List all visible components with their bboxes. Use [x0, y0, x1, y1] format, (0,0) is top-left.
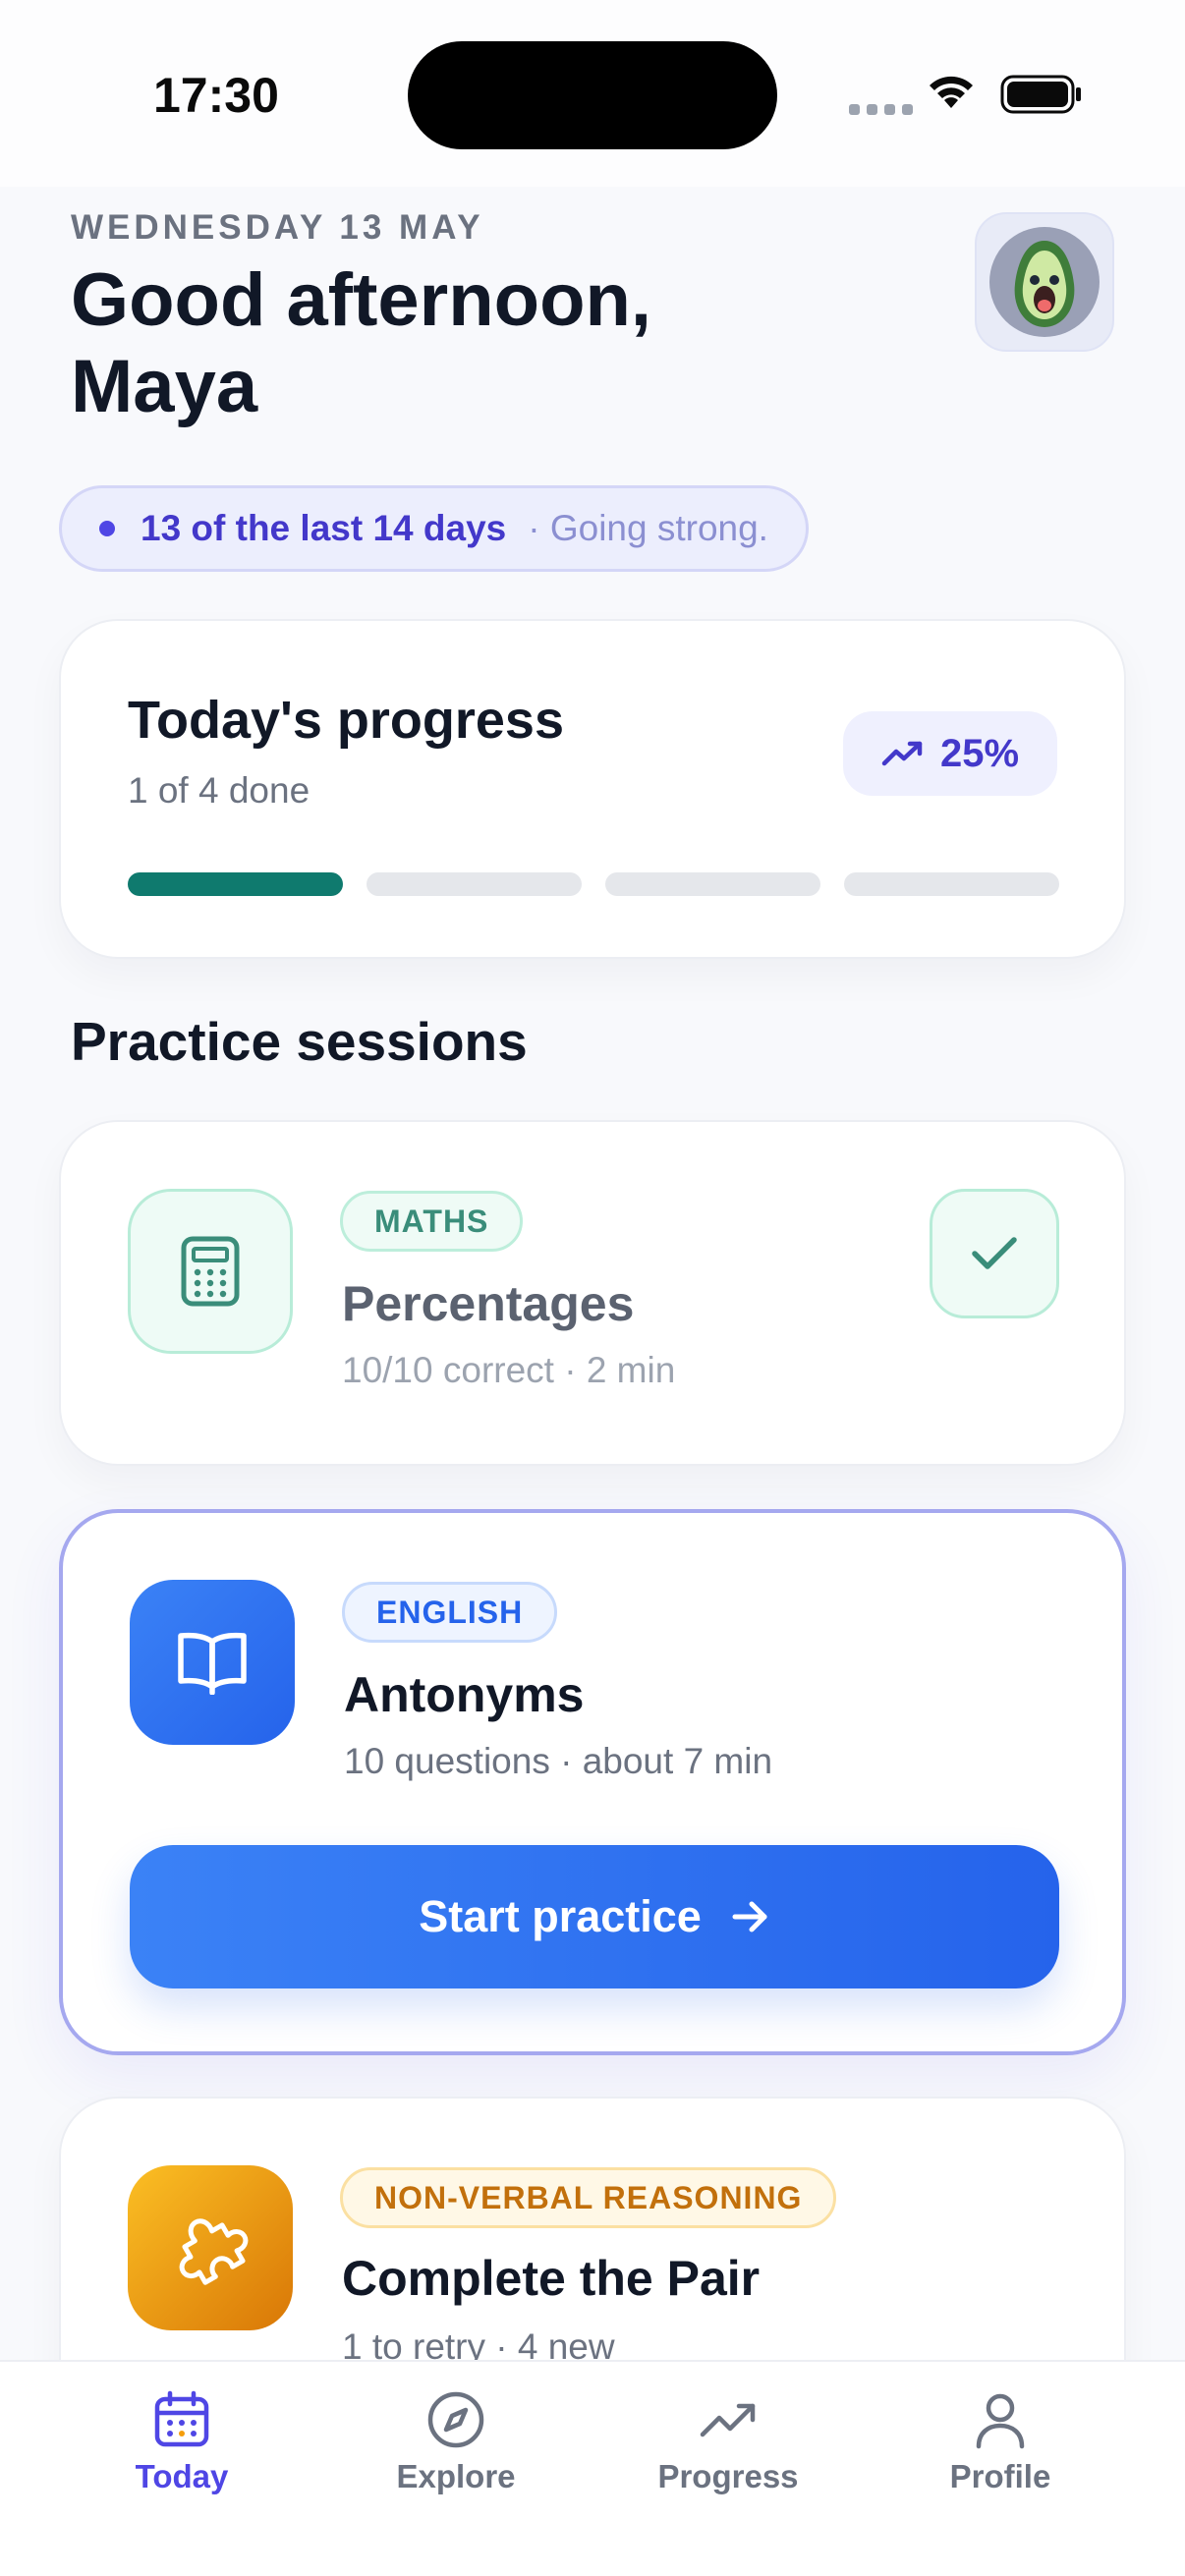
progress-segment-done [128, 872, 343, 896]
checkmark-icon [972, 1237, 1017, 1269]
tab-progress[interactable]: Progress [630, 2389, 826, 2495]
tab-profile[interactable]: Profile [902, 2389, 1099, 2495]
tab-label: Today [135, 2458, 229, 2494]
trend-up-icon [700, 2403, 756, 2437]
page-title: Good afternoon, Maya [71, 257, 955, 430]
tab-today[interactable]: Today [84, 2389, 280, 2495]
start-practice-label: Start practice [419, 1891, 702, 1941]
progress-subtitle: 1 of 4 done [128, 770, 310, 811]
greeting-line-2: Maya [71, 345, 258, 428]
session-title: Percentages [342, 1276, 635, 1331]
subject-tag: MATHS [340, 1191, 524, 1252]
dynamic-island [408, 41, 777, 149]
session-title: Complete the Pair [342, 2251, 761, 2306]
compass-icon [427, 2391, 484, 2448]
wifi-icon [930, 76, 973, 108]
tab-explore[interactable]: Explore [358, 2389, 554, 2495]
session-icon-container [130, 1580, 295, 1745]
puzzle-icon [179, 2218, 249, 2285]
trend-up-icon [881, 741, 923, 766]
greeting-line-1: Good afternoon, [71, 258, 652, 342]
session-title: Antonyms [344, 1667, 585, 1722]
completed-badge [930, 1189, 1059, 1318]
session-icon-container [128, 2165, 293, 2330]
progress-card[interactable]: Today's progress 1 of 4 done 25% [59, 619, 1126, 959]
subject-tag: ENGLISH [342, 1582, 558, 1643]
calendar-icon [154, 2390, 209, 2447]
progress-segment-pending [367, 872, 582, 896]
status-bar: 17:30 [0, 0, 1185, 187]
session-card-english[interactable]: ENGLISH Antonyms 10 questions · about 7 … [59, 1509, 1126, 2055]
progress-percent: 25% [939, 731, 1020, 775]
subject-tag: NON-VERBAL REASONING [340, 2167, 837, 2228]
calculator-icon [181, 1236, 240, 1307]
streak-count: 13 of the last 14 days [141, 508, 507, 548]
tab-label: Explore [396, 2458, 516, 2494]
progress-segments [128, 872, 1059, 896]
current-date: WEDNESDAY 13 MAY [71, 208, 484, 247]
session-meta: 10/10 correct · 2 min [342, 1350, 676, 1390]
status-time: 17:30 [153, 68, 279, 123]
tab-label: Profile [949, 2458, 1051, 2494]
progress-segment-pending [605, 872, 820, 896]
cellular-signal-icon [849, 104, 913, 115]
battery-icon [1000, 75, 1081, 114]
streak-badge: 13 of the last 14 days · Going strong. [59, 485, 809, 572]
session-card-maths[interactable]: MATHS Percentages 10/10 correct · 2 min [59, 1120, 1126, 1466]
session-icon-container [128, 1189, 293, 1354]
avocado-avatar-icon [989, 227, 1100, 337]
session-meta: 10 questions · about 7 min [344, 1741, 773, 1781]
streak-note: · Going strong. [528, 508, 768, 548]
progress-segment-pending [844, 872, 1059, 896]
start-practice-button[interactable]: Start practice [130, 1845, 1059, 1988]
progress-percent-badge: 25% [843, 711, 1057, 796]
book-icon [178, 1632, 247, 1695]
streak-dot-icon [99, 521, 115, 536]
arrow-right-icon [732, 1901, 767, 1932]
avatar[interactable] [975, 212, 1114, 352]
person-icon [976, 2393, 1025, 2449]
section-title: Practice sessions [71, 1011, 528, 1072]
tab-bar: Today Explore Progress Profile [0, 2360, 1185, 2576]
progress-title: Today's progress [128, 691, 564, 750]
tab-label: Progress [657, 2458, 799, 2494]
